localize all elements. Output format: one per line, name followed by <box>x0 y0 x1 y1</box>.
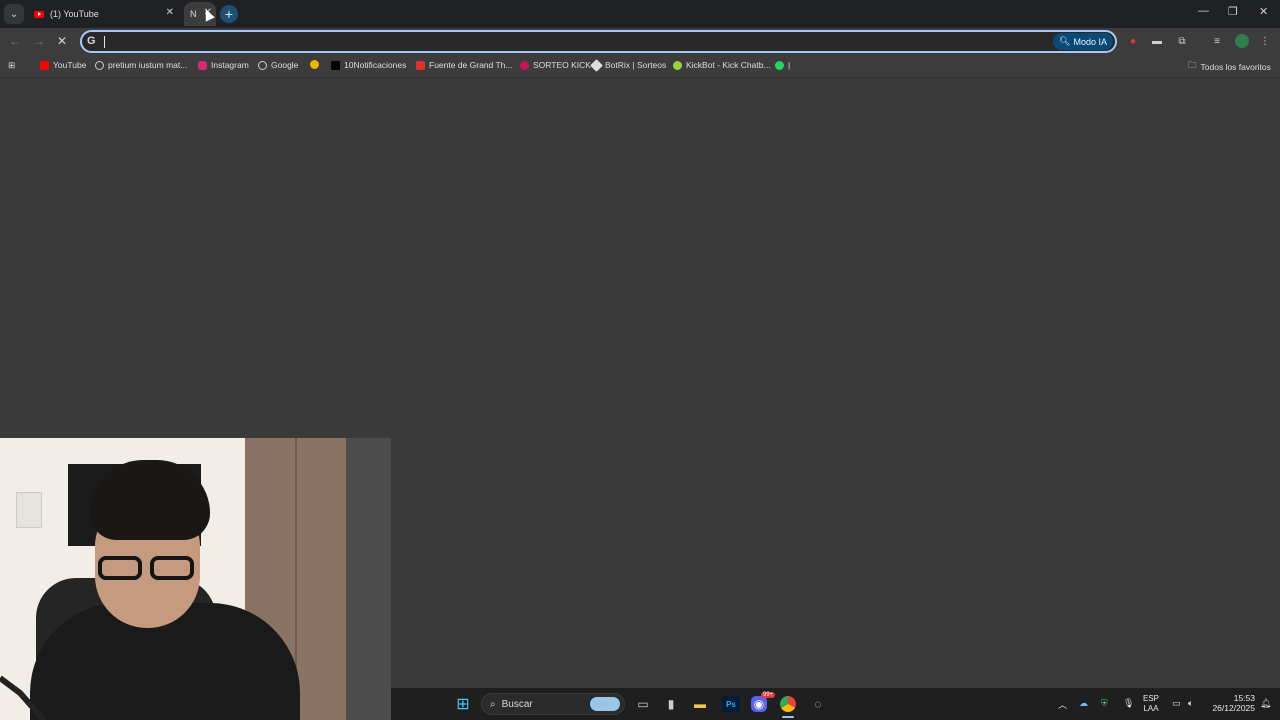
show-hidden-icons[interactable]: ︿ <box>1058 698 1067 711</box>
apps-grid-icon[interactable]: ⊞ <box>8 60 15 71</box>
restore-icon[interactable]: ❐ <box>1228 5 1238 18</box>
glasses <box>98 556 196 580</box>
bookmark-kickbot[interactable]: KickBot - Kick Chatb... <box>673 60 771 70</box>
font-icon <box>416 60 425 70</box>
bookmark-10notificaciones[interactable]: 10Notificaciones <box>331 60 406 70</box>
media-controls-icon[interactable]: ≡ <box>1211 35 1223 47</box>
profile-avatar[interactable] <box>1235 34 1249 48</box>
curtain <box>346 438 391 720</box>
kick-icon <box>520 60 529 70</box>
notifications-bell-icon[interactable]: 🔔︎ <box>1260 698 1271 709</box>
tab-title: (1) YouTube <box>50 9 99 19</box>
tab-search-button[interactable]: ⌄ <box>4 4 24 24</box>
address-bar[interactable]: G 🔍︎ Modo IA <box>80 30 1117 53</box>
wall-panel <box>16 492 42 528</box>
youtube-icon <box>34 10 44 18</box>
onedrive-icon[interactable]: ☁ <box>1079 698 1088 709</box>
microphone-arm <box>0 675 47 720</box>
plus-icon: + <box>224 6 234 22</box>
microphone-icon[interactable]: 🎙︎ <box>1123 698 1134 709</box>
whatsapp-icon <box>775 60 784 70</box>
text-caret <box>104 36 105 48</box>
active-app-indicator <box>782 716 794 718</box>
tab-strip: ⌄ (1) YouTube ✕ N ✕ + — ❐ ✕ <box>0 0 1280 28</box>
ai-mode-button[interactable]: 🔍︎ Modo IA <box>1053 33 1113 50</box>
bookmark-instagram[interactable]: Instagram <box>198 60 249 70</box>
botrix-icon <box>590 58 603 72</box>
extension-card-icon[interactable]: ▬ <box>1151 35 1163 47</box>
google-icon <box>258 60 267 70</box>
menu-dots-icon[interactable]: ⋮ <box>1259 35 1271 47</box>
photoshop-icon[interactable]: Ps <box>722 696 740 712</box>
extensions-puzzle-icon[interactable]: ⧉ <box>1176 35 1188 47</box>
tab-title: N <box>190 9 197 19</box>
app-icon[interactable]: ▮ <box>663 696 679 712</box>
stop-loading-button[interactable]: ✕ <box>57 34 67 48</box>
x-icon <box>331 60 340 70</box>
bookmark-pinwheel[interactable] <box>310 60 323 69</box>
file-explorer-icon[interactable]: ▬ <box>692 696 708 712</box>
system-clock[interactable]: 15:53 26/12/2025 <box>1205 693 1255 713</box>
extension-red-icon[interactable]: ● <box>1127 35 1139 47</box>
windows-start-icon[interactable]: ⊞ <box>455 696 471 713</box>
taskbar-search[interactable]: ⌕ Buscar <box>481 693 625 715</box>
task-view-icon[interactable]: ▭ <box>635 696 651 712</box>
youtube-icon <box>40 60 49 70</box>
bookmark-pretium[interactable]: pretium iustum mat... <box>95 60 187 70</box>
all-bookmarks-button[interactable]: 🗀 Todos los favoritos <box>1188 60 1271 74</box>
folder-icon: 🗀 <box>1188 60 1197 70</box>
instagram-icon <box>198 60 207 70</box>
search-highlight-icon <box>590 697 620 711</box>
bookmark-google[interactable]: Google <box>258 60 298 70</box>
bookmark-botrix[interactable]: BotRix | Sorteos <box>590 58 666 72</box>
pinwheel-icon <box>310 60 319 69</box>
bookmark-youtube[interactable]: YouTube <box>40 60 86 70</box>
language-indicator[interactable]: ESP LAA <box>1143 694 1159 714</box>
window-close-icon[interactable]: ✕ <box>1259 5 1268 18</box>
chevron-down-icon: ⌄ <box>9 8 19 20</box>
forward-button[interactable]: → <box>33 34 45 48</box>
webcam-overlay <box>0 438 391 720</box>
back-button[interactable]: ← <box>9 34 21 48</box>
new-tab-button[interactable]: + <box>220 5 238 23</box>
omnibox-input[interactable] <box>110 34 1010 50</box>
volume-icon[interactable]: 🔈︎ <box>1188 698 1193 709</box>
minimize-icon[interactable]: — <box>1198 5 1209 17</box>
search-sparkle-icon: 🔍︎ <box>1059 36 1071 46</box>
ai-mode-label: Modo IA <box>1073 36 1107 47</box>
google-icon: G <box>87 35 96 47</box>
network-icon[interactable]: ▭ <box>1172 698 1181 709</box>
google-icon <box>95 60 104 70</box>
chrome-icon[interactable] <box>780 696 796 712</box>
kickbot-icon <box>673 60 682 70</box>
bookmark-whatsapp[interactable]: | <box>775 60 790 70</box>
notification-badge: 99+ <box>761 692 776 698</box>
close-icon[interactable]: ✕ <box>166 7 174 18</box>
app-icon-recording[interactable]: ◌ <box>810 696 826 712</box>
tab-youtube[interactable]: (1) YouTube ✕ <box>28 2 182 26</box>
search-icon: ⌕ <box>490 698 496 710</box>
security-shield-icon[interactable]: ⛨ <box>1101 698 1108 709</box>
bookmark-sorteo-kick[interactable]: SORTEO KICK <box>520 60 591 70</box>
discord-icon[interactable]: ◉ <box>751 696 767 712</box>
bookmark-fuente-gta[interactable]: Fuente de Grand Th... <box>416 60 512 70</box>
bookmarks-bar: ⊞ YouTube pretium iustum mat... Instagra… <box>0 56 1280 78</box>
